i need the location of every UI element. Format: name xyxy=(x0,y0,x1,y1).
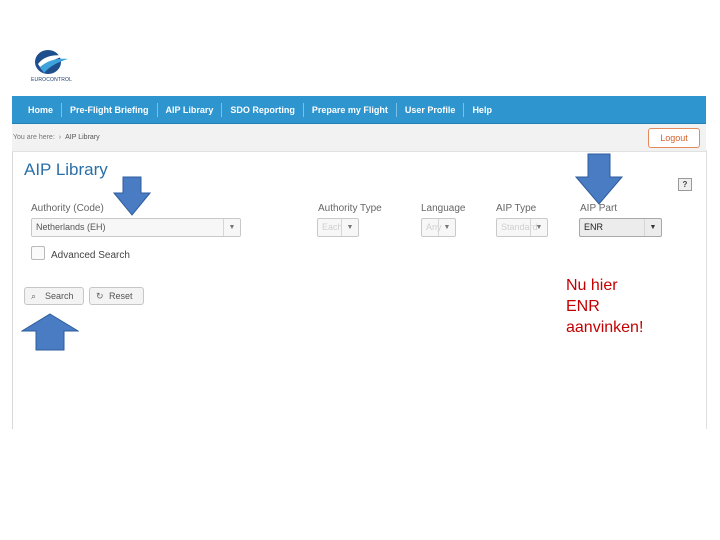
logo-text: EUROCONTROL xyxy=(31,77,73,83)
nav-item-user-profile[interactable]: User Profile xyxy=(397,102,465,117)
help-icon[interactable]: ? xyxy=(678,178,692,191)
authority-label: Authority (Code) xyxy=(31,203,104,214)
aip-part-select[interactable]: ENR ▼ xyxy=(579,218,662,237)
nav-item-pre-flight-briefing[interactable]: Pre-Flight Briefing xyxy=(62,102,158,117)
chevron-down-icon: ▼ xyxy=(341,219,358,236)
arrow-down-aip-part-icon xyxy=(575,153,623,205)
chevron-down-icon: ▼ xyxy=(223,219,240,236)
breadcrumb-separator-icon: › xyxy=(58,134,62,141)
authority-type-label: Authority Type xyxy=(318,203,382,214)
reset-button[interactable]: ↻ Reset xyxy=(89,287,144,305)
breadcrumb: You are here: › AIP Library xyxy=(13,134,100,141)
language-label: Language xyxy=(421,203,466,214)
authority-type-select-value: Each xyxy=(322,222,343,232)
aip-type-select[interactable]: Standard ▼ xyxy=(496,218,548,237)
language-select[interactable]: Any ▼ xyxy=(421,218,456,237)
aip-part-select-value: ENR xyxy=(584,222,604,232)
advanced-search-checkbox[interactable] xyxy=(31,246,45,260)
nav-item-aip-library[interactable]: AIP Library xyxy=(158,102,223,117)
chevron-down-icon: ▼ xyxy=(644,219,661,236)
authority-select-value: Netherlands (EH) xyxy=(36,222,106,232)
search-button[interactable]: ⌕ Search xyxy=(24,287,84,305)
authority-select[interactable]: Netherlands (EH) ▼ xyxy=(31,218,241,237)
nav-item-prepare-my-flight[interactable]: Prepare my Flight xyxy=(304,102,397,117)
search-button-label: Search xyxy=(45,291,74,301)
chevron-down-icon: ▼ xyxy=(438,219,455,236)
authority-type-select[interactable]: Each ▼ xyxy=(317,218,359,237)
logout-button[interactable]: Logout xyxy=(648,128,700,148)
arrow-down-authority-icon xyxy=(113,176,151,216)
breadcrumb-prefix: You are here: xyxy=(13,134,55,141)
advanced-search-label: Advanced Search xyxy=(51,250,130,261)
nav-item-sdo-reporting[interactable]: SDO Reporting xyxy=(222,102,304,117)
nav-item-help[interactable]: Help xyxy=(464,103,500,117)
nav-item-home[interactable]: Home xyxy=(12,102,63,117)
breadcrumb-current[interactable]: AIP Library xyxy=(65,134,100,141)
reset-icon: ↻ xyxy=(96,291,104,301)
reset-button-label: Reset xyxy=(109,291,133,301)
aip-type-label: AIP Type xyxy=(496,203,537,214)
arrow-up-search-icon xyxy=(21,313,79,351)
main-navbar: Home Pre-Flight Briefing AIP Library SDO… xyxy=(12,96,706,124)
chevron-down-icon: ▼ xyxy=(530,219,547,236)
page-border-left xyxy=(12,150,13,429)
search-icon: ⌕ xyxy=(31,291,37,301)
annotation-note: Nu hier ENR aanvinken! xyxy=(566,277,644,336)
page-border-right xyxy=(706,150,707,429)
page-title: AIP Library xyxy=(24,160,108,179)
breadcrumb-bar: You are here: › AIP Library xyxy=(12,124,706,152)
